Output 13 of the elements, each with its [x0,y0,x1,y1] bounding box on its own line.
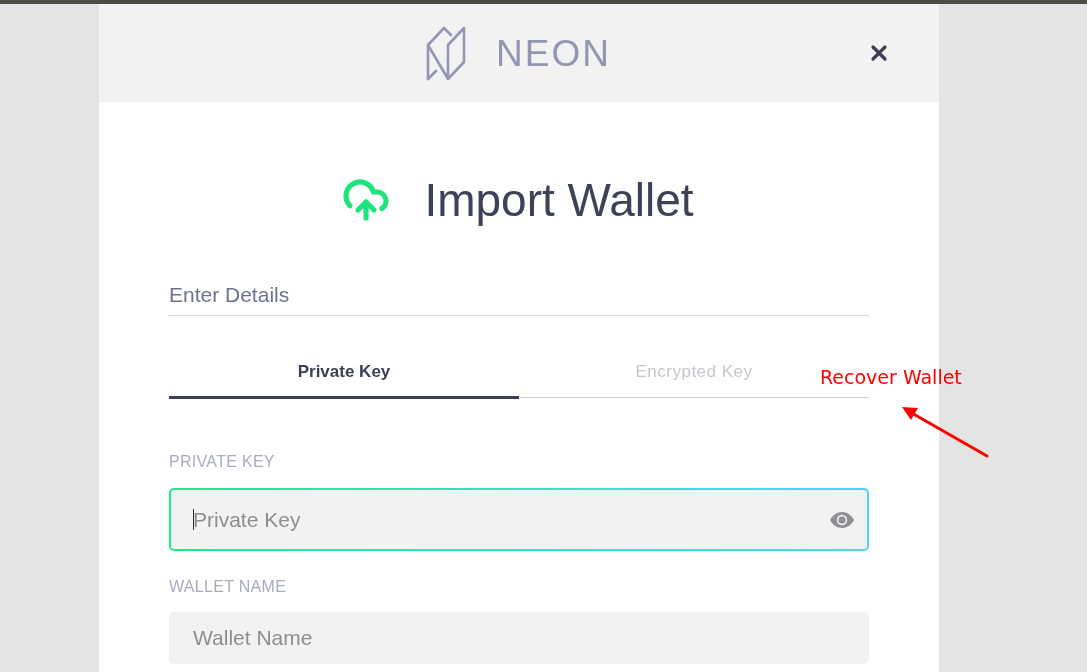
input-field[interactable]: Private Key [171,490,867,549]
tab[interactable]: Private Key [287,359,401,385]
text-cursor-icon [193,509,194,530]
field-label: PRIVATE KEY [169,453,276,471]
brand-name: NEON [496,34,611,72]
logo-icon [426,25,467,81]
cloud-upload-icon [342,176,391,224]
field-label: WALLET NAME [169,578,288,596]
page-title: Import Wallet [424,174,694,226]
input-field[interactable]: Wallet Name [169,612,869,664]
annotation-label: Recover Wallet [820,365,962,389]
eye-icon[interactable] [830,511,854,528]
section-title: Enter Details [169,283,290,307]
